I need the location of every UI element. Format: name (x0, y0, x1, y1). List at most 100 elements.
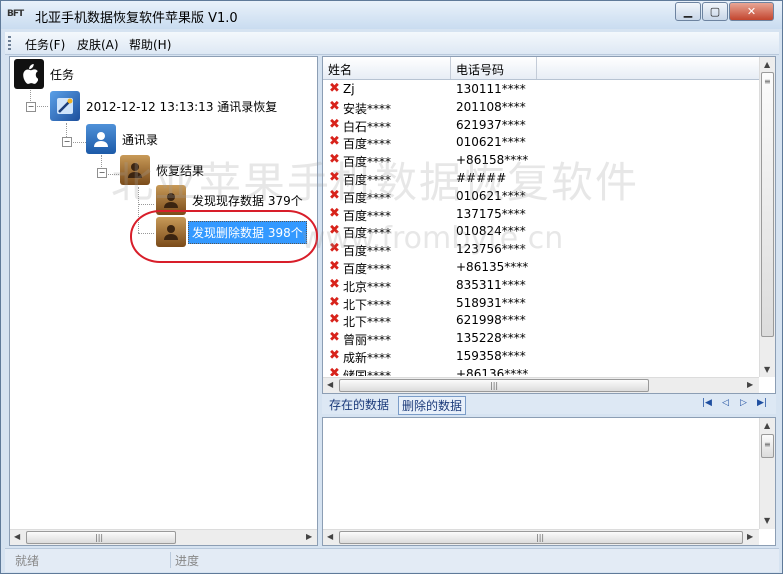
tree-horizontal-scrollbar[interactable]: ◀ ||| ▶ (10, 529, 317, 545)
table-row[interactable]: ✖ 北京**** 835311**** (323, 276, 743, 294)
contact-phone: 137175**** (456, 206, 526, 221)
collapse-icon[interactable]: − (97, 168, 107, 178)
tree-node-task[interactable]: 2012-12-12 13:13:13 通讯录恢复 (50, 91, 277, 121)
maximize-button[interactable]: ▢ (702, 2, 728, 21)
contact-phone: 123756**** (456, 242, 526, 257)
tree-label-task: 2012-12-12 13:13:13 通讯录恢复 (86, 99, 278, 114)
contact-phone: 135228**** (456, 331, 526, 346)
contact-phone: 010824**** (456, 224, 526, 239)
tree-label-results: 恢复结果 (156, 163, 205, 178)
table-row[interactable]: ✖ 百度**** 137175**** (323, 205, 743, 223)
collapse-icon[interactable]: − (26, 102, 36, 112)
contact-name: 百度**** (343, 155, 392, 170)
table-row[interactable]: ✖ 储国**** +86136**** (323, 365, 743, 376)
detail-horizontal-scrollbar[interactable]: ◀ ||| ▶ (323, 529, 759, 545)
table-row[interactable]: ✖ 百度**** 010621**** (323, 187, 743, 205)
table-row[interactable]: ✖ 百度**** 123756**** (323, 240, 743, 258)
contact-name: 北下**** (343, 315, 392, 330)
status-progress: 进度 (175, 554, 200, 568)
minimize-button[interactable]: ▁ (675, 2, 701, 21)
tree-node-root[interactable]: 任务 (14, 59, 74, 89)
scroll-down-icon[interactable]: ▼ (764, 516, 770, 525)
scroll-thumb[interactable]: ||| (339, 379, 649, 392)
scroll-thumb[interactable]: ≡ (761, 72, 774, 337)
status-ready: 就绪 (15, 554, 40, 568)
contact-name: 北京**** (343, 279, 392, 294)
table-row[interactable]: ✖ 安装**** 201108**** (323, 98, 743, 116)
deleted-mark-icon: ✖ (329, 312, 340, 328)
first-page-icon[interactable]: |◀ (702, 398, 712, 408)
contact-name: Zj (343, 82, 355, 96)
deleted-mark-icon: ✖ (329, 98, 340, 114)
table-horizontal-scrollbar[interactable]: ◀ ||| ▶ (323, 377, 759, 393)
menu-task[interactable]: 任务(F) (25, 36, 65, 53)
table-row[interactable]: ✖ 百度**** +86135**** (323, 258, 743, 276)
toolbar-grip[interactable] (8, 36, 11, 50)
contact-phone: 130111**** (456, 82, 526, 96)
scroll-up-icon[interactable]: ▲ (764, 421, 770, 430)
contact-book-icon (120, 155, 150, 185)
task-tree-panel: 任务 − 2012-12-12 13:13:13 通讯录恢复 − 通讯录 − 恢… (9, 56, 318, 546)
next-page-icon[interactable]: ▷ (740, 398, 747, 408)
table-row[interactable]: ✖ Zj 130111**** (323, 80, 743, 98)
deleted-mark-icon: ✖ (329, 259, 340, 274)
table-vertical-scrollbar[interactable]: ▲ ≡ ▼ (759, 57, 775, 377)
status-bar: 就绪 进度 (5, 548, 779, 572)
tab-existing-data[interactable]: 存在的数据 (326, 396, 392, 413)
menu-skin[interactable]: 皮肤(A) (77, 36, 119, 53)
scroll-left-icon[interactable]: ◀ (14, 532, 20, 541)
prev-page-icon[interactable]: ◁ (722, 398, 729, 408)
scroll-up-icon[interactable]: ▲ (764, 60, 770, 69)
task-icon (50, 91, 80, 121)
contact-phone: 010621**** (456, 188, 526, 203)
scroll-right-icon[interactable]: ▶ (747, 380, 753, 389)
scroll-right-icon[interactable]: ▶ (306, 532, 312, 541)
tree-node-contacts[interactable]: 通讯录 (86, 124, 158, 154)
deleted-mark-icon: ✖ (329, 330, 340, 346)
deleted-mark-icon: ✖ (329, 241, 340, 257)
contact-phone: +86158**** (456, 153, 529, 168)
contact-name: 百度**** (343, 262, 392, 276)
table-row[interactable]: ✖ 百度**** 010824**** (323, 222, 743, 240)
contact-name: 曾丽**** (343, 333, 392, 348)
close-button[interactable]: ✕ (729, 2, 774, 21)
table-row[interactable]: ✖ 百度**** ##### (323, 169, 743, 187)
deleted-mark-icon: ✖ (329, 223, 340, 239)
table-row[interactable]: ✖ 百度**** 010621**** (323, 133, 743, 151)
tab-deleted-data[interactable]: 删除的数据 (398, 396, 467, 415)
scroll-thumb[interactable]: ||| (26, 531, 176, 544)
column-header-name[interactable]: 姓名 (328, 61, 352, 78)
contact-phone: 835311**** (456, 277, 526, 292)
contact-name: 百度**** (343, 173, 392, 187)
contact-phone: 621998**** (456, 313, 526, 328)
deleted-mark-icon: ✖ (329, 205, 340, 221)
contacts-table-panel: 姓名 电话号码 ✖ Zj 130111**** ✖ 安装**** 201108**** ✖ 白… (322, 56, 776, 394)
deleted-mark-icon: ✖ (329, 348, 340, 363)
table-row[interactable]: ✖ 白石**** 621937**** (323, 116, 743, 134)
deleted-mark-icon: ✖ (329, 294, 340, 310)
column-header-phone[interactable]: 电话号码 (456, 61, 504, 78)
scroll-down-icon[interactable]: ▼ (764, 365, 770, 374)
tree-node-results[interactable]: 恢复结果 (120, 155, 204, 185)
scroll-thumb[interactable]: ||| (339, 531, 743, 544)
table-row[interactable]: ✖ 北下**** 621998**** (323, 311, 743, 329)
scroll-left-icon[interactable]: ◀ (327, 380, 333, 389)
detail-panel[interactable]: ▲ ≡ ▼ ◀ ||| ▶ (322, 417, 776, 546)
table-row[interactable]: ✖ 百度**** +86158**** (323, 151, 743, 169)
last-page-icon[interactable]: ▶| (757, 398, 767, 408)
table-row[interactable]: ✖ 曾丽**** 135228**** (323, 329, 743, 347)
collapse-icon[interactable]: − (62, 137, 72, 147)
table-header: 姓名 电话号码 (323, 57, 763, 80)
menu-help[interactable]: 帮助(H) (129, 36, 171, 53)
contact-name: 百度**** (343, 208, 392, 223)
scroll-thumb[interactable]: ≡ (761, 434, 774, 458)
table-body: ✖ Zj 130111**** ✖ 安装**** 201108**** ✖ 白石**** 621… (323, 80, 743, 376)
table-row[interactable]: ✖ 成新**** 159358**** (323, 347, 743, 365)
scroll-left-icon[interactable]: ◀ (327, 532, 333, 541)
contact-phone: 518931**** (456, 295, 526, 310)
deleted-mark-icon: ✖ (329, 116, 340, 132)
scroll-right-icon[interactable]: ▶ (747, 532, 753, 541)
deleted-mark-icon: ✖ (329, 152, 340, 168)
table-row[interactable]: ✖ 北下**** 518931**** (323, 294, 743, 312)
detail-vertical-scrollbar[interactable]: ▲ ≡ ▼ (759, 418, 775, 529)
